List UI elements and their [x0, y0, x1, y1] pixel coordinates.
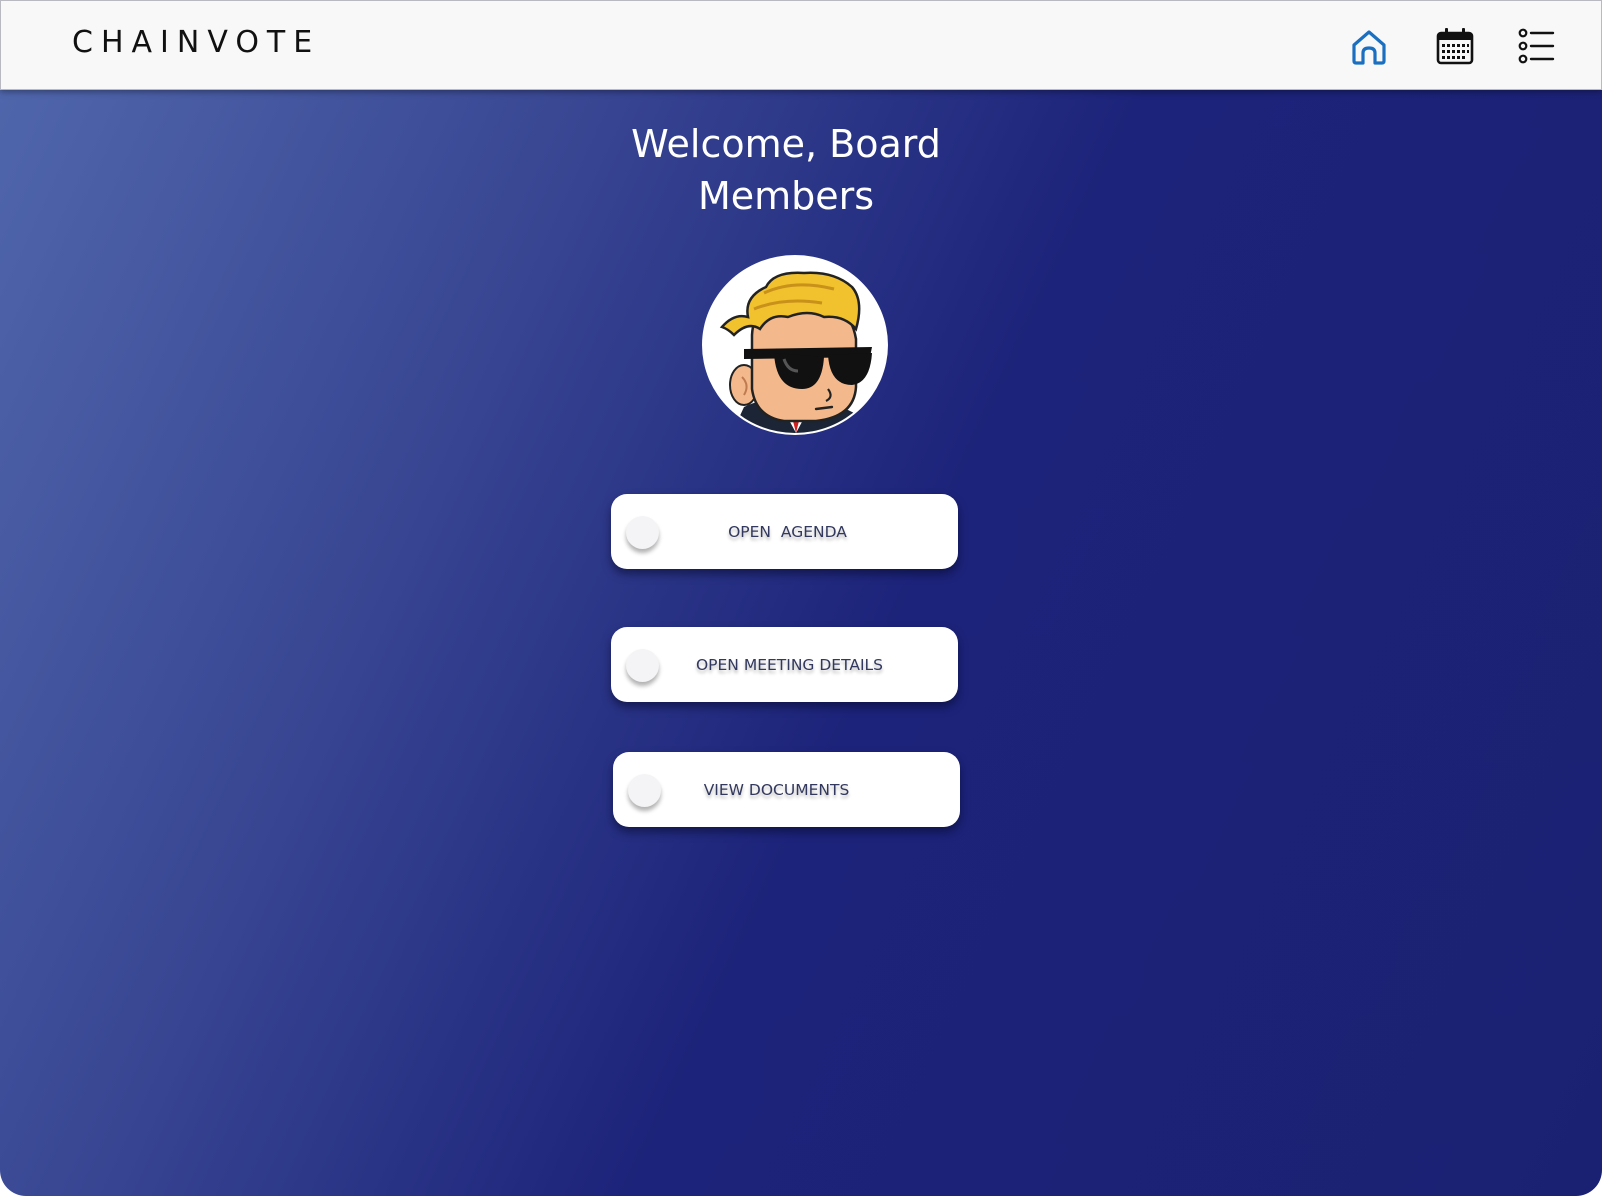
open-meeting-details-button[interactable]: OPEN MEETING DETAILS — [611, 627, 958, 702]
open-agenda-label: OPEN AGENDA — [728, 522, 847, 541]
app-logo-text: CHAINVOTE — [72, 25, 321, 60]
view-documents-button[interactable]: VIEW DOCUMENTS — [613, 752, 960, 827]
toggle-knob-icon[interactable] — [628, 774, 661, 807]
toggle-knob-icon[interactable] — [626, 649, 659, 682]
home-icon[interactable] — [1347, 24, 1391, 68]
open-meeting-details-label: OPEN MEETING DETAILS — [695, 655, 884, 674]
view-documents-label: VIEW DOCUMENTS — [703, 780, 850, 799]
app-screen: CHAINVOTE Welcome, Board Members OPEN AG… — [0, 0, 1602, 1196]
top-navigation-bar: CHAINVOTE — [0, 0, 1602, 90]
sunglasses-mascot-avatar — [719, 271, 872, 433]
welcome-heading: Welcome, Board Members — [631, 122, 941, 218]
toggle-knob-icon[interactable] — [626, 516, 659, 549]
open-agenda-button[interactable]: OPEN AGENDA — [611, 494, 958, 569]
calendar-icon[interactable] — [1433, 24, 1477, 68]
avatar — [702, 255, 888, 435]
list-icon[interactable] — [1515, 24, 1559, 68]
